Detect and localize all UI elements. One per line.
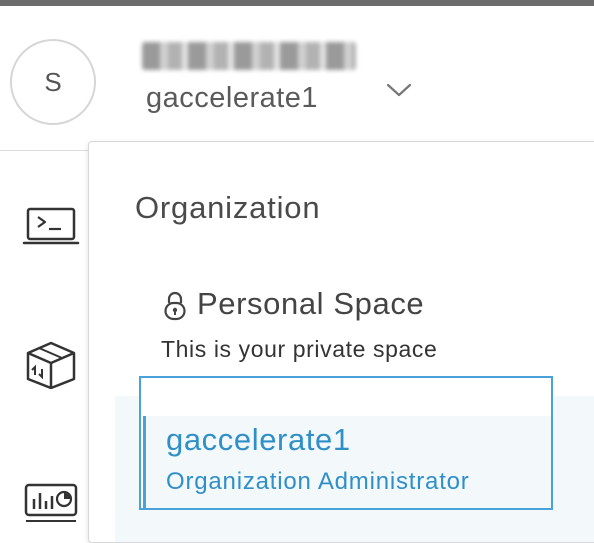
left-nav bbox=[0, 151, 88, 524]
org-item-role: Organization Administrator bbox=[166, 468, 470, 495]
monitor-chart-icon[interactable] bbox=[22, 481, 80, 529]
avatar-initial: S bbox=[44, 66, 62, 97]
section-title: Organization bbox=[135, 190, 321, 225]
package-transfer-icon[interactable] bbox=[22, 341, 80, 389]
org-item-name: gaccelerate1 bbox=[166, 422, 351, 457]
lock-icon bbox=[164, 291, 186, 321]
chevron-down-icon[interactable] bbox=[384, 78, 414, 102]
avatar[interactable]: S bbox=[10, 39, 96, 125]
current-org-name[interactable]: gaccelerate1 bbox=[146, 82, 318, 115]
org-item-body: gaccelerate1 Organization Administrator bbox=[143, 416, 551, 508]
org-item-selected[interactable]: gaccelerate1 Organization Administrator bbox=[139, 376, 553, 510]
header: S gaccelerate1 bbox=[0, 6, 594, 151]
personal-space-title: Personal Space bbox=[197, 286, 425, 321]
terminal-laptop-icon[interactable] bbox=[22, 203, 80, 251]
org-switcher-dropdown: Organization Personal Space This is your… bbox=[88, 141, 594, 543]
personal-space-subtitle: This is your private space bbox=[161, 336, 438, 362]
username-redacted bbox=[142, 42, 356, 70]
